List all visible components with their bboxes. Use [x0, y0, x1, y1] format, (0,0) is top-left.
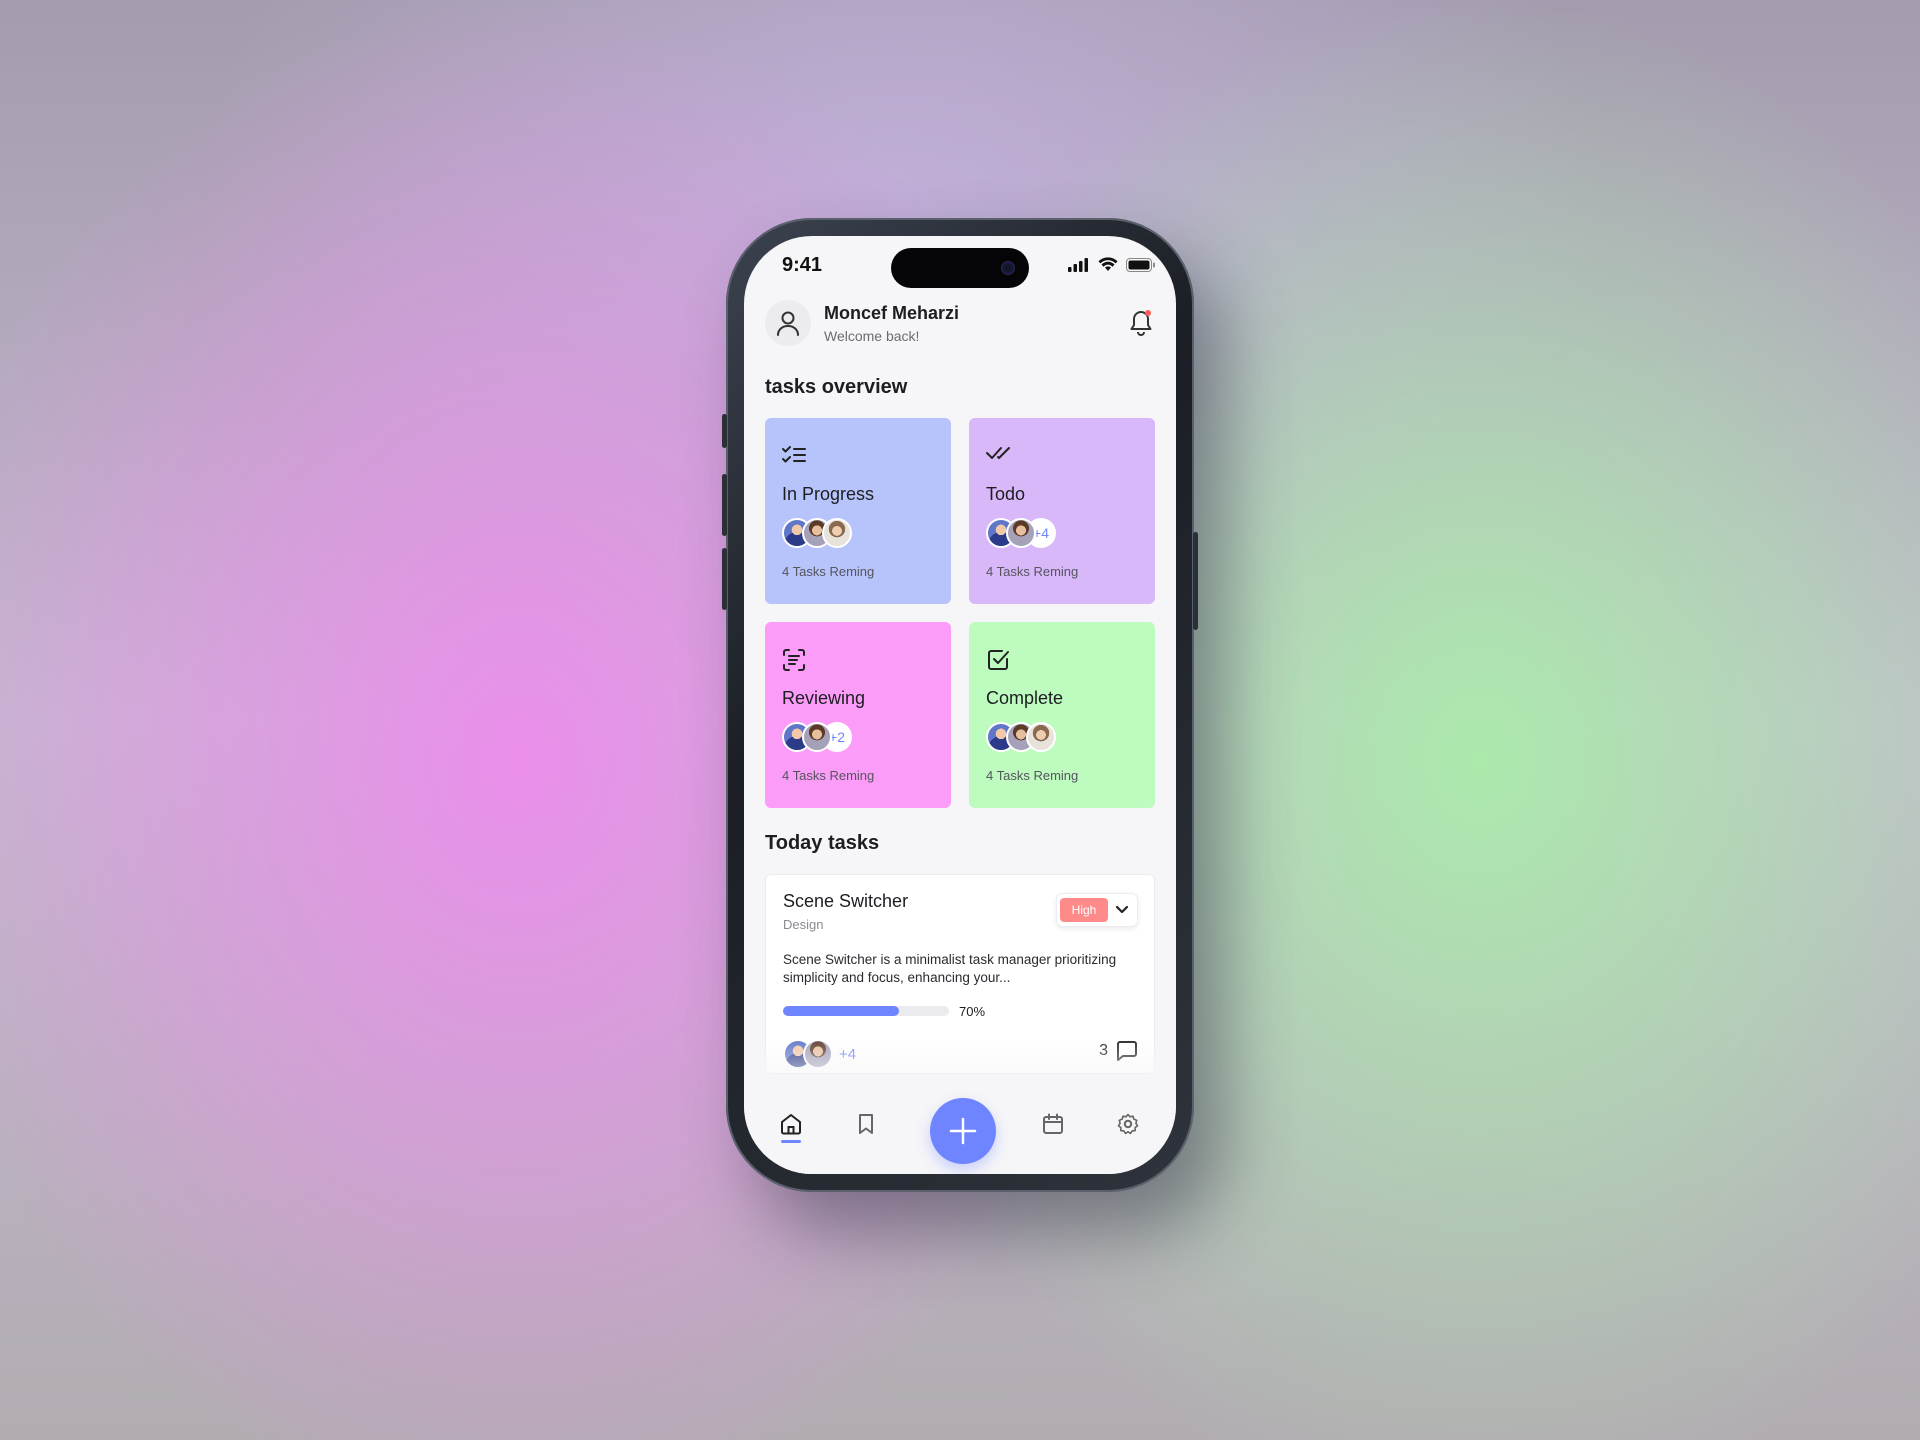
chevron-down-icon [1115, 905, 1129, 914]
nav-home[interactable] [779, 1112, 803, 1141]
avatar [822, 518, 852, 548]
double-check-icon [986, 444, 1012, 467]
member-avatars: +4 [986, 518, 1056, 548]
avatar [1026, 722, 1056, 752]
calendar-icon [1043, 1113, 1063, 1134]
task-description: Scene Switcher is a minimalist task mana… [783, 952, 1117, 985]
card-title: Complete [986, 688, 1064, 708]
status-time: 9:41 [782, 254, 823, 276]
progress-label: 70% [959, 1004, 986, 1019]
avatar [802, 722, 832, 752]
nav-settings[interactable] [1116, 1112, 1140, 1141]
home-icon [781, 1114, 801, 1135]
active-indicator [781, 1140, 801, 1143]
scroll-fade [744, 1036, 1176, 1096]
nav-bookmarks[interactable] [854, 1112, 878, 1141]
user-name: Moncef Meharzi [824, 303, 960, 323]
card-title: Todo [986, 484, 1026, 504]
add-icon [949, 1117, 977, 1145]
task-title: Scene Switcher [783, 891, 909, 911]
volume-down-button [722, 548, 727, 610]
tasks-remaining: 4 Tasks Reming [986, 564, 1079, 579]
bottom-nav [744, 1094, 1176, 1174]
wifi-icon [1098, 257, 1118, 271]
volume-up-button [722, 474, 727, 536]
power-button [1193, 532, 1198, 630]
camera-icon [1001, 261, 1015, 275]
priority-badge: High [1060, 898, 1108, 922]
welcome-text: Welcome back! [824, 328, 920, 344]
member-avatars [986, 722, 1056, 752]
today-tasks-title: Today tasks [765, 832, 880, 854]
card-reviewing[interactable]: Reviewing +2 4 Tasks Reming [765, 622, 951, 808]
card-title: Reviewing [782, 688, 866, 708]
signal-icon [1068, 257, 1088, 272]
settings-icon [1117, 1113, 1139, 1135]
status-icons [1068, 257, 1156, 272]
card-todo[interactable]: Todo +4 4 Tasks Reming [969, 418, 1155, 604]
notification-button[interactable] [1128, 309, 1154, 342]
checkbox-icon [986, 648, 1010, 677]
scan-text-icon [782, 648, 806, 677]
tasks-remaining: 4 Tasks Reming [782, 564, 875, 579]
member-avatars: +2 [782, 722, 852, 752]
bookmark-icon [859, 1114, 873, 1134]
battery-icon [1126, 257, 1155, 272]
priority-dropdown[interactable]: High [1056, 893, 1138, 927]
overview-title: tasks overview [765, 376, 908, 398]
bell-icon [1130, 310, 1152, 336]
nav-calendar[interactable] [1041, 1112, 1065, 1141]
member-avatars [782, 518, 852, 548]
progress-bar [783, 1006, 949, 1016]
phone-frame: 9:41 Moncef Meharzi Welcome back! tasks … [722, 218, 1198, 1192]
user-icon [777, 311, 799, 336]
task-category: Design [783, 917, 824, 932]
card-title: In Progress [782, 484, 875, 504]
card-complete[interactable]: Complete 4 Tasks Reming [969, 622, 1155, 808]
progress-fill [783, 1006, 900, 1016]
app-screen: 9:41 Moncef Meharzi Welcome back! tasks … [744, 236, 1176, 1174]
dynamic-island [891, 248, 1029, 288]
tasks-remaining: 4 Tasks Reming [986, 768, 1079, 783]
add-task-button[interactable] [930, 1098, 996, 1164]
list-check-icon [782, 444, 806, 471]
tasks-remaining: 4 Tasks Reming [782, 768, 875, 783]
card-in-progress[interactable]: In Progress 4 Tasks Reming [765, 418, 951, 604]
avatar [1006, 518, 1036, 548]
action-button [722, 414, 727, 448]
user-avatar[interactable] [765, 300, 811, 346]
